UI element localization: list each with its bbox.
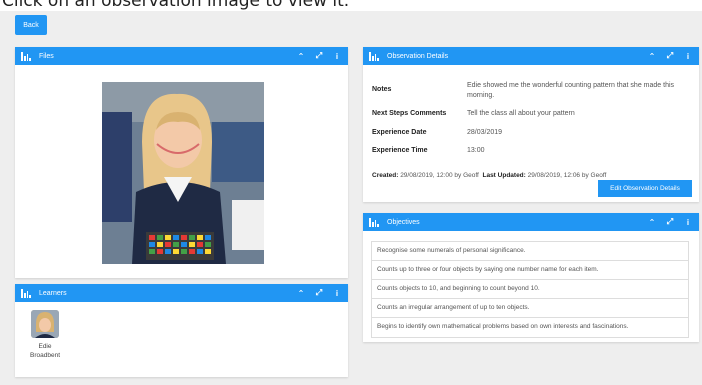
experience-time-value: 13:00	[467, 147, 485, 154]
chevron-up-icon[interactable]: ⌃	[648, 218, 656, 227]
chevron-up-icon[interactable]: ⌃	[297, 52, 305, 61]
bar-chart-icon	[21, 51, 31, 61]
objectives-title: Objectives	[387, 218, 420, 226]
files-panel: Files ⌃ ⤢ i	[15, 47, 348, 278]
avatar	[31, 310, 59, 338]
info-icon[interactable]: i	[684, 218, 692, 227]
list-item: Begins to identify own mathematical prob…	[377, 323, 629, 330]
edit-observation-button[interactable]: Edit Observation Details	[598, 180, 692, 197]
expand-icon[interactable]: ⤢	[666, 217, 674, 227]
updated-label: Last Updated:	[482, 172, 526, 179]
notes-value: Edie showed me the wonderful counting pa…	[467, 82, 675, 99]
learners-panel-header: Learners ⌃ ⤢ i	[15, 284, 348, 302]
learners-panel-title: Learners	[39, 289, 67, 297]
files-panel-header: Files ⌃ ⤢ i	[15, 47, 348, 65]
experience-time-label: Experience Time	[372, 147, 428, 154]
files-panel-title: Files	[39, 52, 54, 60]
list-item: Counts up to three or four objects by sa…	[372, 261, 688, 280]
list-item: Counts an irregular arrangement of up to…	[372, 299, 688, 318]
list-item: Counts objects to 10, and beginning to c…	[372, 280, 688, 299]
bar-chart-icon	[21, 288, 31, 298]
observation-photo[interactable]	[102, 82, 264, 264]
learner-card[interactable]: Edie Broadbent	[27, 310, 63, 360]
list-item: Recognise some numerals of personal sign…	[372, 242, 688, 261]
experience-date-label: Experience Date	[372, 129, 427, 136]
objectives-panel: Objectives ⌃ ⤢ i Recognise some numerals…	[363, 213, 699, 342]
info-icon[interactable]: i	[333, 52, 341, 61]
chevron-up-icon[interactable]: ⌃	[648, 52, 656, 61]
objectives-list: Recognise some numerals of personal sign…	[371, 241, 689, 338]
notes-label: Notes	[372, 86, 392, 93]
observation-details-title: Observation Details	[387, 52, 449, 60]
next-steps-label: Next Steps Comments	[372, 110, 447, 117]
chevron-up-icon[interactable]: ⌃	[297, 289, 305, 298]
bar-chart-icon	[369, 51, 379, 61]
bar-chart-icon	[369, 217, 379, 227]
created-label: Created:	[372, 172, 399, 179]
observation-details-panel: Observation Details ⌃ ⤢ i Notes Edie sho…	[363, 47, 699, 202]
back-button[interactable]: Back	[15, 15, 47, 35]
experience-date-value: 28/03/2019	[467, 129, 503, 136]
learner-name: Edie Broadbent	[30, 343, 60, 359]
learners-panel: Learners ⌃ ⤢ i Edie Broadbent	[15, 284, 348, 377]
page-heading: Click on an observation image to view it…	[0, 0, 702, 11]
created-value: 29/08/2019, 12:00 by Geoff	[400, 172, 479, 179]
info-icon[interactable]: i	[333, 289, 341, 298]
next-steps-value: Tell the class all about your pattern	[467, 110, 575, 117]
created-info: Created: 29/08/2019, 12:00 by Geoff Last…	[372, 172, 606, 179]
updated-value: 29/08/2019, 12:06 by Geoff	[527, 172, 607, 179]
objectives-header: Objectives ⌃ ⤢ i	[363, 213, 699, 231]
info-icon[interactable]: i	[684, 52, 692, 61]
observation-details-header: Observation Details ⌃ ⤢ i	[363, 47, 699, 65]
expand-icon[interactable]: ⤢	[315, 51, 323, 61]
expand-icon[interactable]: ⤢	[315, 288, 323, 298]
expand-icon[interactable]: ⤢	[666, 51, 674, 61]
